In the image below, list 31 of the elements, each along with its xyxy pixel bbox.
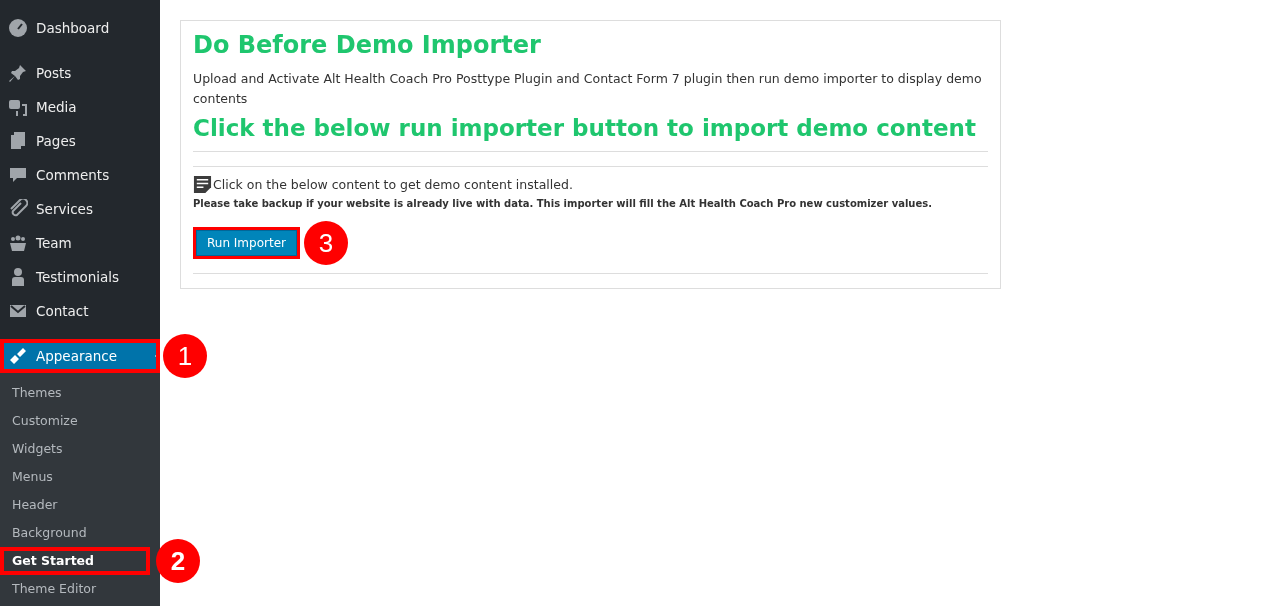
pages-icon	[8, 131, 28, 151]
submenu-item[interactable]: Customize	[0, 407, 150, 435]
menu-item[interactable]: Team	[0, 226, 160, 260]
step-number: 1	[163, 334, 207, 378]
paintbrush-icon	[8, 346, 28, 366]
menu-item[interactable]: Pages	[0, 124, 160, 158]
card-subheading: Click the below run importer button to import demo content	[193, 115, 977, 141]
submenu-item[interactable]: Widgets	[0, 435, 150, 463]
menu-item[interactable]: Media	[0, 90, 160, 124]
menu-item[interactable]: Posts	[0, 56, 160, 90]
intro-text: Upload and Activate Alt Health Coach Pro Posttype Plugin and Contact Form 7 plugin then run demo importer to display demo contents	[193, 70, 983, 108]
speech-bubble-icon	[8, 165, 28, 185]
step-number: 2	[156, 539, 200, 583]
menu-item[interactable]: Comments	[0, 158, 160, 192]
menu-item[interactable]: Contact	[0, 294, 160, 328]
menu-item[interactable]: Testimonials	[0, 260, 160, 294]
document-icon	[193, 175, 212, 194]
submenu-item[interactable]: Menus	[0, 463, 150, 491]
menu-item[interactable]: Services	[0, 192, 160, 226]
submenu-item[interactable]: Header	[0, 491, 150, 519]
dashboard-icon	[8, 18, 28, 38]
submenu-item[interactable]: Themes	[0, 379, 150, 407]
people-icon	[8, 233, 28, 253]
run-importer-button[interactable]: Run Importer	[196, 230, 297, 256]
pushpin-icon	[8, 63, 28, 83]
paperclip-icon	[8, 199, 28, 219]
warning-text: Please take backup if your website is already live with data. This importer will fill the Alt Health Coach Pro new customizer values.	[193, 198, 933, 209]
note-text: Click on the below content to get demo content installed.	[213, 177, 573, 192]
step-number: 3	[303, 221, 348, 265]
card-heading: Do Before Demo Importer	[193, 31, 542, 59]
menu-item[interactable]: Dashboard	[0, 11, 160, 45]
